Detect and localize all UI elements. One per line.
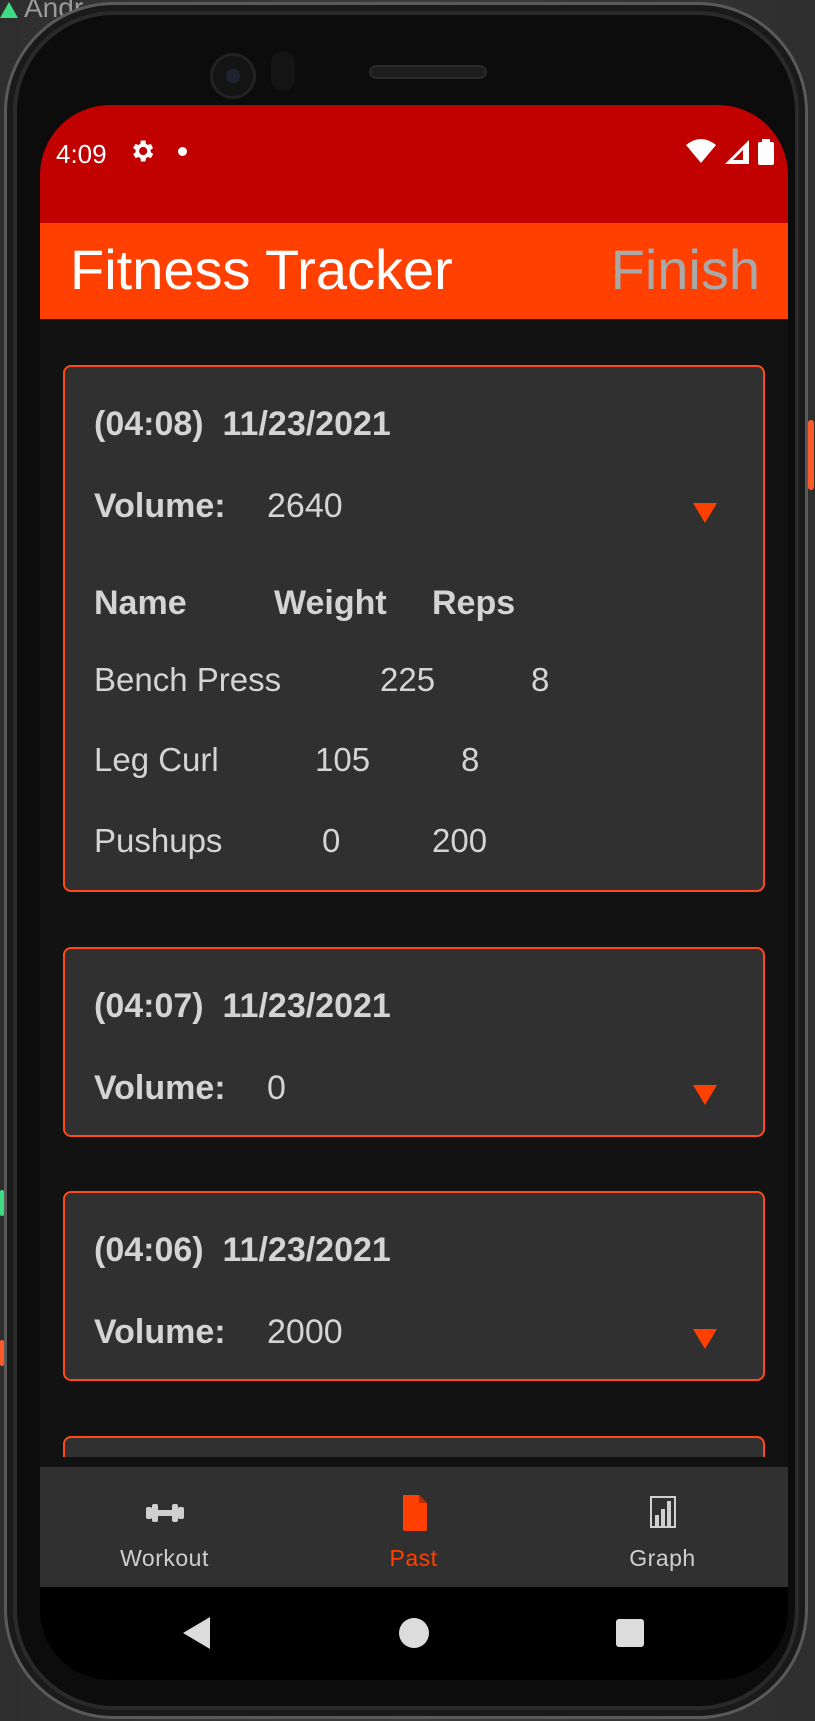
column-header-reps: Reps — [432, 584, 516, 622]
workout-date: 11/23/2021 — [222, 405, 391, 443]
finish-button[interactable]: Finish — [611, 237, 760, 302]
android-logo-icon — [0, 1, 18, 18]
exercise-weight: 105 — [315, 741, 371, 778]
wifi-icon — [686, 139, 716, 163]
volume-value: 2640 — [267, 487, 343, 525]
cell-signal-icon — [725, 140, 749, 164]
home-icon[interactable] — [399, 1618, 429, 1648]
app-title: Fitness Tracker — [70, 238, 453, 301]
settings-gear-icon — [133, 140, 154, 162]
exercise-weight: 225 — [380, 661, 436, 698]
workout-time: (04:08) — [94, 405, 204, 443]
expand-arrow-icon[interactable] — [693, 503, 717, 523]
workout-card[interactable]: (04:06) 11/23/2021 Volume: 2000 — [63, 1191, 765, 1381]
device-screen: 4:09 Fitness Tracker Finish (04:08) 11/2… — [40, 105, 788, 1680]
column-header-weight: Weight — [274, 584, 387, 622]
expand-arrow-icon[interactable] — [693, 1085, 717, 1105]
nav-label: Graph — [629, 1545, 696, 1571]
volume-value: 2000 — [267, 1313, 343, 1351]
workout-header: (04:06) 11/23/2021 — [94, 1231, 391, 1270]
exercise-reps: 200 — [432, 822, 488, 859]
workout-time: (04:06) — [94, 1231, 204, 1269]
exercise-reps: 8 — [461, 741, 480, 778]
workout-header: (04:07) 11/23/2021 — [94, 987, 391, 1026]
nav-item-past[interactable]: Past — [289, 1467, 538, 1587]
bottom-navigation: Workout Past Graph — [40, 1467, 788, 1587]
workout-card[interactable]: (04:08) 11/23/2021 Volume: 2640 Name Wei… — [63, 365, 765, 892]
dumbbell-icon — [145, 1504, 184, 1522]
expand-arrow-icon[interactable] — [693, 1329, 717, 1349]
exercise-reps: 8 — [531, 661, 550, 698]
workout-card[interactable]: (04:07) 11/23/2021 Volume: 0 — [63, 947, 765, 1137]
workout-card-partial[interactable] — [63, 1436, 765, 1457]
bar-chart-icon — [649, 1496, 676, 1528]
phone-frame: 4:09 Fitness Tracker Finish (04:08) 11/2… — [4, 2, 808, 1719]
nav-item-workout[interactable]: Workout — [40, 1467, 289, 1587]
battery-icon — [758, 139, 774, 165]
volume-label: Volume: — [94, 1069, 226, 1107]
past-workouts-list[interactable]: (04:08) 11/23/2021 Volume: 2640 Name Wei… — [40, 319, 788, 1457]
nav-label: Workout — [120, 1545, 209, 1571]
recent-apps-icon[interactable] — [616, 1619, 644, 1647]
status-icons — [686, 139, 774, 165]
system-navigation-bar — [40, 1587, 788, 1680]
volume-label: Volume: — [94, 487, 226, 525]
workout-header: (04:08) 11/23/2021 — [94, 405, 391, 444]
exercise-weight: 0 — [322, 822, 341, 859]
nav-item-graph[interactable]: Graph — [538, 1467, 787, 1587]
back-icon[interactable] — [183, 1617, 210, 1649]
volume-label: Volume: — [94, 1313, 226, 1351]
notification-dot-icon — [178, 147, 187, 156]
nav-label: Past — [389, 1545, 438, 1571]
volume-value: 0 — [267, 1069, 286, 1107]
column-header-name: Name — [94, 584, 187, 622]
status-time: 4:09 — [56, 139, 107, 169]
workout-date: 11/23/2021 — [222, 1231, 391, 1269]
status-bar: 4:09 — [40, 105, 788, 223]
exercise-name: Leg Curl — [94, 741, 219, 778]
exercise-name: Bench Press — [94, 661, 282, 698]
app-bar: Fitness Tracker Finish — [40, 223, 788, 319]
emulator-side-marker — [808, 420, 814, 490]
document-icon — [402, 1495, 427, 1531]
exercise-name: Pushups — [94, 822, 223, 859]
earpiece-speaker — [369, 65, 487, 79]
workout-time: (04:07) — [94, 987, 204, 1025]
workout-date: 11/23/2021 — [222, 987, 391, 1025]
front-camera — [210, 53, 256, 99]
proximity-sensor — [271, 51, 295, 91]
